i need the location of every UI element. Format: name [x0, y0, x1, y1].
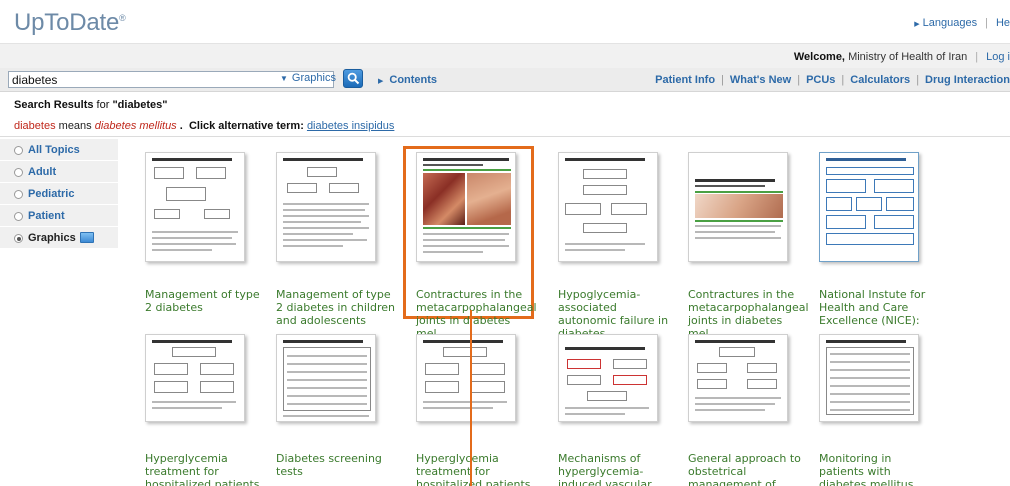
search-button[interactable] [343, 69, 363, 88]
graphic-caption[interactable]: Hyperglycemia treatment for hospitalized… [416, 452, 536, 486]
results-prefix: Search Results [14, 99, 94, 111]
graphic-thumbnail[interactable] [819, 152, 919, 262]
alternative-term-line: diabetes means diabetes mellitus . Click… [14, 120, 394, 132]
radio-icon[interactable] [14, 212, 23, 221]
separator: | [916, 74, 920, 86]
welcome-bar: Welcome, Ministry of Health of Iran | Log … [0, 44, 1010, 68]
graphic-caption[interactable]: General approach to obstetrical manageme… [688, 452, 808, 486]
separator: | [985, 17, 988, 29]
top-header: UpToDate® ▶ Languages | He [0, 0, 1010, 44]
sidebar-item-label: All Topics [28, 144, 80, 156]
graphic-caption[interactable]: Contractures in the metacarpophalangeal … [688, 288, 809, 340]
help-link[interactable]: He [996, 17, 1010, 29]
logo-text: UpToDate [14, 9, 120, 36]
separator: | [841, 74, 845, 86]
sidebar-item-pediatric[interactable]: Pediatric [0, 183, 118, 205]
results-for: for [96, 99, 110, 111]
nav-drug-interactions[interactable]: Drug Interaction [925, 74, 1010, 86]
uptodate-logo[interactable]: UpToDate® [14, 9, 126, 37]
logo-mark: ® [119, 13, 126, 23]
search-bar: ▼Graphics ▶ Contents Patient Info | What's … [0, 68, 1010, 92]
radio-icon[interactable] [14, 234, 23, 243]
graphic-thumbnail[interactable] [416, 152, 516, 262]
image-icon [80, 232, 94, 243]
contents-link[interactable]: ▶ Contents [378, 74, 437, 86]
graphic-thumbnail[interactable] [819, 334, 919, 422]
alt-means: means [58, 120, 92, 132]
search-scope-dropdown[interactable]: ▼ Graphics [280, 72, 336, 84]
graphic-caption[interactable]: Management of type 2 diabetes [145, 288, 265, 314]
welcome-label: Welcome, [793, 51, 845, 63]
sidebar-item-label: Patient [28, 210, 65, 222]
graphic-thumbnail[interactable] [145, 334, 245, 422]
triangle-right-icon: ▶ [914, 21, 920, 28]
languages-link[interactable]: Languages [923, 17, 977, 29]
main-nav: Patient Info | What's New | PCUs | Calculators… [655, 74, 1010, 86]
sidebar-item-label: Graphics [28, 232, 76, 244]
graphic-thumbnail[interactable] [688, 334, 788, 422]
sidebar-item-label: Pediatric [28, 188, 75, 200]
graphic-caption[interactable]: Mechanisms of hyperglycemia-induced vasc… [558, 452, 678, 486]
nav-patient-info[interactable]: Patient Info [655, 74, 715, 86]
separator: | [797, 74, 801, 86]
search-scope-label: Graphics [291, 72, 336, 84]
welcome-org: Ministry of Health of Iran [848, 51, 968, 63]
results-title: Search Results for "diabetes" [14, 99, 168, 111]
radio-icon[interactable] [14, 168, 23, 177]
alt-period: . [179, 120, 183, 132]
sidebar-item-adult[interactable]: Adult [0, 161, 118, 183]
graphic-caption[interactable]: Contractures in the metacarpophalangeal … [416, 288, 537, 340]
top-links: ▶ Languages | He [914, 17, 1010, 29]
contents-label: Contents [389, 74, 438, 86]
nav-whats-new[interactable]: What's New [730, 74, 791, 86]
graphic-caption[interactable]: Hypoglycemia-associated autonomic failur… [558, 288, 678, 340]
radio-icon[interactable] [14, 146, 23, 155]
welcome-text: Welcome, Ministry of Health of Iran | Log … [794, 51, 1010, 63]
graphic-thumbnail[interactable] [145, 152, 245, 262]
login-link[interactable]: Log i [986, 51, 1010, 63]
sidebar-item-all-topics[interactable]: All Topics [0, 139, 118, 161]
radio-icon[interactable] [14, 190, 23, 199]
graphic-caption[interactable]: Diabetes screening tests [276, 452, 396, 478]
alt-meaning: diabetes mellitus [94, 120, 177, 132]
nav-calculators[interactable]: Calculators [850, 74, 910, 86]
graphic-thumbnail[interactable] [558, 334, 658, 422]
graphic-thumbnail[interactable] [416, 334, 516, 422]
sidebar-item-patient[interactable]: Patient [0, 205, 118, 227]
graphic-thumbnail[interactable] [276, 152, 376, 262]
graphic-thumbnail[interactable] [558, 152, 658, 262]
alt-click-label: Click alternative term: [188, 120, 304, 132]
alt-term-link[interactable]: diabetes insipidus [307, 120, 394, 132]
graphic-caption[interactable]: Monitoring in patients with diabetes mel… [819, 452, 939, 486]
graphic-thumbnail[interactable] [276, 334, 376, 422]
graphic-thumbnail[interactable] [688, 152, 788, 262]
alt-term: diabetes [14, 120, 56, 132]
highlight-connector-line [470, 310, 472, 486]
separator: | [975, 51, 979, 63]
divider [0, 136, 1010, 137]
result-filter-sidebar: All Topics Adult Pediatric Patient Graph… [0, 137, 118, 486]
results-query: "diabetes" [112, 99, 168, 111]
sidebar-item-label: Adult [28, 166, 57, 178]
graphic-caption[interactable]: National Instute for Health and Care Exc… [819, 288, 939, 327]
search-icon [347, 72, 360, 85]
separator: | [721, 74, 724, 86]
graphic-caption[interactable]: Management of type 2 diabetes in childre… [276, 288, 396, 327]
nav-pcus[interactable]: PCUs [806, 74, 835, 86]
graphic-caption[interactable]: Hyperglycemia treatment for hospitalized… [145, 452, 265, 486]
sidebar-item-graphics[interactable]: Graphics [0, 227, 118, 249]
triangle-right-icon: ▶ [378, 78, 384, 85]
chevron-down-icon: ▼ [280, 74, 288, 83]
